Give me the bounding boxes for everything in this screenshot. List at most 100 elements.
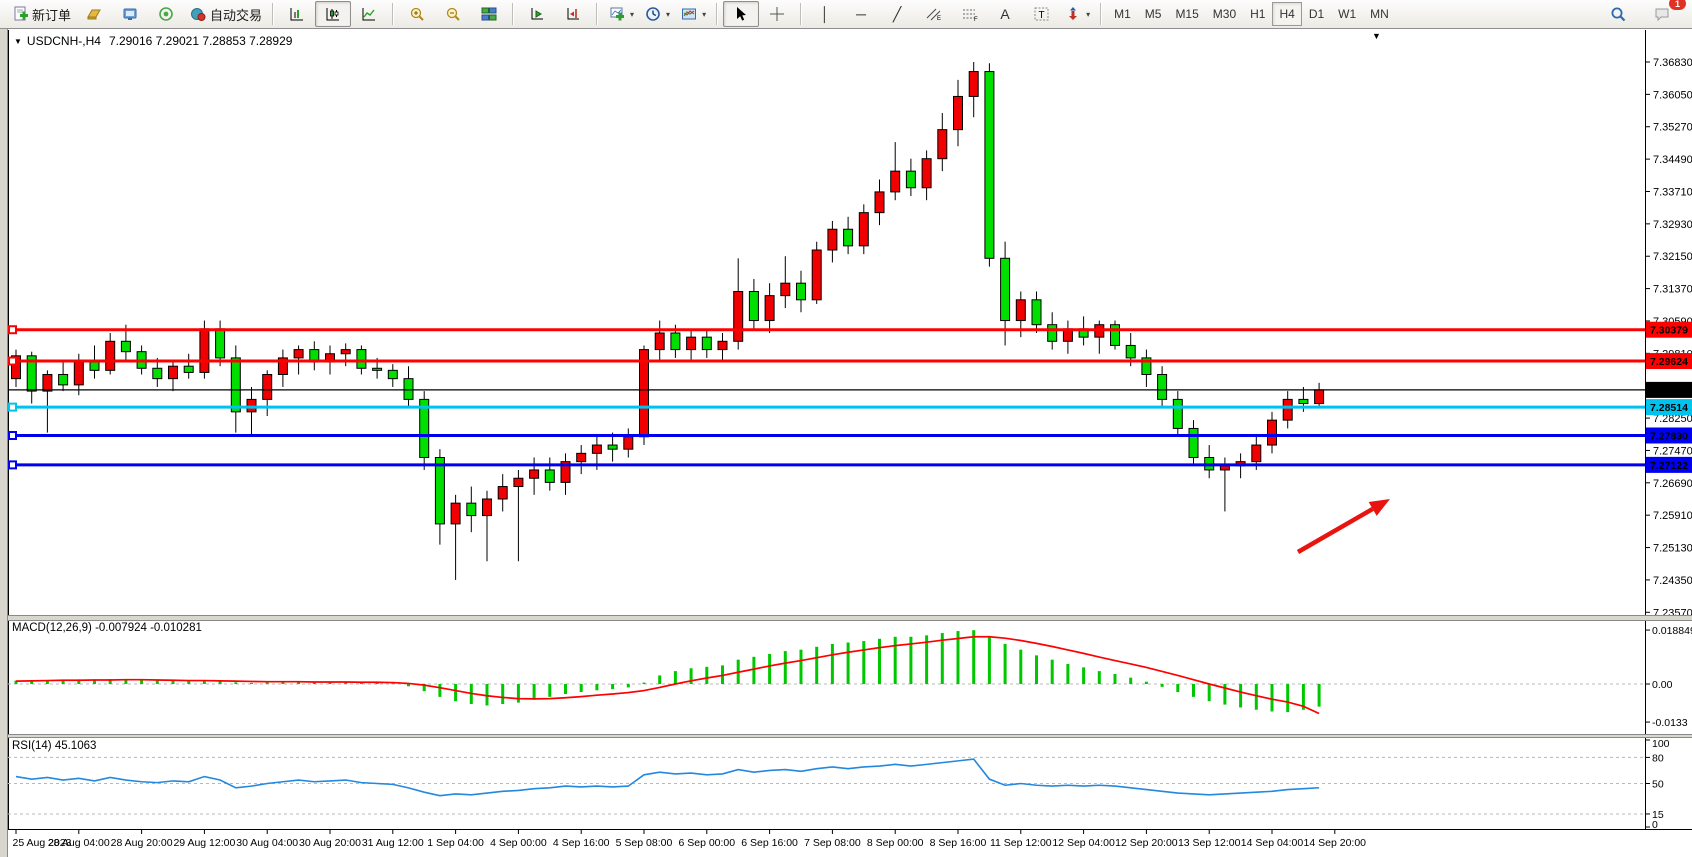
timeframe-m30-button[interactable]: M30 — [1206, 2, 1243, 26]
candle — [1001, 258, 1010, 320]
time-axis-label: 28 Aug 04:00 — [48, 837, 110, 849]
text-label-button[interactable]: T — [1023, 1, 1059, 27]
chart-canvas[interactable]: 7.368307.360507.352707.344907.337107.329… — [0, 0, 1692, 857]
new-order-button[interactable]: 新订单 — [6, 1, 76, 27]
vertical-line-button[interactable]: │ — [807, 1, 843, 27]
tile-windows-button[interactable] — [471, 1, 507, 27]
trendline-icon: ╱ — [893, 7, 901, 21]
chart-quotes: 7.29016 7.29021 7.28853 7.28929 — [109, 34, 293, 48]
candle — [1158, 374, 1167, 399]
candle — [59, 374, 68, 384]
hline-objects[interactable] — [8, 326, 1645, 468]
candlestick-chart-button[interactable] — [315, 1, 351, 27]
svg-text:7.36050: 7.36050 — [1653, 89, 1692, 101]
hline-handle[interactable] — [9, 404, 16, 411]
chart-shift-button[interactable] — [555, 1, 591, 27]
toolbar-separator — [392, 3, 394, 25]
candle — [498, 487, 507, 499]
zoom-in-button[interactable] — [399, 1, 435, 27]
macd-signal-line — [16, 637, 1319, 714]
candle — [640, 350, 649, 437]
svg-text:7.24350: 7.24350 — [1653, 575, 1692, 587]
text-button[interactable]: A — [987, 1, 1023, 27]
timeframe-w1-button[interactable]: W1 — [1331, 2, 1363, 26]
candle — [922, 159, 931, 188]
candlestick-chart-icon — [325, 6, 342, 23]
signal-icon — [158, 6, 175, 23]
toolbar-separator — [512, 3, 514, 25]
hline-handle[interactable] — [9, 461, 16, 468]
chart-corner-marker-icon[interactable]: ▼ — [1372, 31, 1381, 41]
candle — [592, 445, 601, 453]
zoom-out-button[interactable] — [435, 1, 471, 27]
equidistant-channel-icon: E — [925, 6, 942, 23]
candle — [608, 445, 617, 449]
macd-indicator-label: MACD(12,26,9) -0.007924 -0.010281 — [12, 622, 202, 634]
fibonacci-button[interactable]: F — [951, 1, 987, 27]
toolbar-separator — [716, 3, 718, 25]
rsi-axis[interactable]: 1008050150 — [1645, 738, 1670, 831]
candle — [906, 171, 915, 188]
svg-text:80: 80 — [1652, 752, 1664, 764]
candle — [216, 329, 225, 358]
candle — [1252, 445, 1261, 462]
candle — [404, 379, 413, 400]
timeframe-m1-button[interactable]: M1 — [1107, 2, 1138, 26]
trendline-button[interactable]: ╱ — [879, 1, 915, 27]
svg-text:-0.0133: -0.0133 — [1652, 717, 1688, 729]
macd-axis[interactable]: 0.0188490.00-0.0133 — [1645, 625, 1692, 729]
notification-badge: 1 — [1669, 0, 1686, 10]
chevron-down-icon: ▾ — [666, 10, 670, 19]
rsi-line — [16, 759, 1319, 796]
candle — [294, 350, 303, 358]
bar-chart-button[interactable] — [279, 1, 315, 27]
candle — [74, 362, 83, 385]
horizontal-line-button[interactable]: ─ — [843, 1, 879, 27]
candle — [969, 72, 978, 97]
timeframe-group: M1M5M15M30H1H4D1W1MN — [1107, 2, 1396, 26]
time-axis-label: 12 Sep 04:00 — [1052, 837, 1115, 849]
line-chart-button[interactable] — [351, 1, 387, 27]
auto-scroll-button[interactable] — [519, 1, 555, 27]
cursor-button[interactable] — [723, 1, 759, 27]
timeframe-h1-button[interactable]: H1 — [1243, 2, 1272, 26]
chart-title-marker-icon[interactable]: ▼ — [14, 37, 22, 46]
arrow-annotation[interactable] — [1298, 499, 1390, 552]
crosshair-button[interactable] — [759, 1, 795, 27]
time-axis-label: 30 Aug 04:00 — [236, 837, 298, 849]
candle — [43, 374, 52, 391]
notifications-button[interactable]: 1 — [1644, 1, 1680, 27]
search-button[interactable] — [1600, 1, 1636, 27]
time-axis-label: 13 Sep 12:00 — [1178, 837, 1241, 849]
hline-handle[interactable] — [9, 358, 16, 365]
price-axis[interactable]: 7.368307.360507.352707.344907.337107.329… — [1645, 57, 1692, 619]
autotrade-button[interactable]: 自动交易 — [184, 1, 267, 27]
timeframe-m5-button[interactable]: M5 — [1138, 2, 1169, 26]
timeframe-h4-button[interactable]: H4 — [1272, 2, 1301, 26]
equidistant-channel-button[interactable]: E — [915, 1, 951, 27]
periods-button[interactable]: ▾ — [639, 1, 675, 27]
time-axis[interactable]: 25 Aug 202328 Aug 04:0028 Aug 20:0029 Au… — [13, 829, 1367, 849]
line-chart-icon — [361, 6, 378, 23]
add-indicator-button[interactable]: ▾ — [603, 1, 639, 27]
candle — [1126, 345, 1135, 357]
text-icon: A — [1000, 7, 1009, 21]
terminal-button[interactable] — [112, 1, 148, 27]
arrows-tool-button[interactable]: ▾ — [1059, 1, 1095, 27]
arrows-icon — [1064, 6, 1081, 23]
svg-text:T: T — [1038, 10, 1044, 21]
candle — [859, 213, 868, 246]
hline-handle[interactable] — [9, 432, 16, 439]
templates-button[interactable]: ▾ — [675, 1, 711, 27]
signal-button[interactable] — [148, 1, 184, 27]
svg-text:7.35270: 7.35270 — [1653, 122, 1692, 134]
timeframe-mn-button[interactable]: MN — [1363, 2, 1396, 26]
time-axis-label: 28 Aug 20:00 — [111, 837, 173, 849]
time-axis-label: 7 Sep 08:00 — [804, 837, 861, 849]
toolbar-right-group: 1 — [1600, 1, 1686, 27]
timeframe-m15-button[interactable]: M15 — [1168, 2, 1205, 26]
candle — [514, 478, 523, 486]
hline-handle[interactable] — [9, 326, 16, 333]
market-watch-button[interactable] — [76, 1, 112, 27]
timeframe-d1-button[interactable]: D1 — [1302, 2, 1331, 26]
